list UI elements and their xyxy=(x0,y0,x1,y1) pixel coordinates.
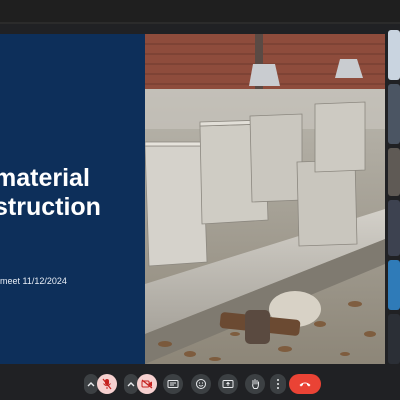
chevron-up-icon xyxy=(87,382,95,387)
shared-presentation: material struction meet 11/12/2024 xyxy=(0,34,385,364)
participant-tile[interactable] xyxy=(388,260,400,310)
present-screen-icon xyxy=(222,380,234,388)
more-options-button[interactable] xyxy=(270,374,286,394)
chevron-up-icon xyxy=(127,382,135,387)
present-screen-button[interactable] xyxy=(218,374,238,394)
participant-tile[interactable] xyxy=(388,30,400,80)
camera-toggle-button[interactable] xyxy=(137,374,157,394)
slide-subtitle: meet 11/12/2024 xyxy=(0,276,67,286)
meeting-controls-bar xyxy=(0,364,400,400)
captions-icon xyxy=(167,380,179,388)
end-call-button[interactable] xyxy=(289,374,321,394)
mic-toggle-button[interactable] xyxy=(97,374,117,394)
slide-title-line-2: struction xyxy=(0,193,101,221)
participant-tile[interactable] xyxy=(388,200,400,256)
camera-off-icon xyxy=(141,379,153,389)
video-options-button[interactable] xyxy=(124,374,138,394)
slide-title-line-1: material xyxy=(0,164,90,192)
emoji-icon xyxy=(196,379,206,389)
paving-stones-photo xyxy=(145,34,385,364)
slide-title-panel: material struction meet 11/12/2024 xyxy=(0,34,145,364)
top-bar-divider xyxy=(0,22,400,24)
participant-tile[interactable] xyxy=(388,84,400,144)
emoji-reactions-button[interactable] xyxy=(191,374,211,394)
more-options-icon xyxy=(277,379,279,389)
raise-hand-button[interactable] xyxy=(245,374,265,394)
participant-tile[interactable] xyxy=(388,148,400,196)
slide-title: material struction xyxy=(0,164,101,222)
raise-hand-icon xyxy=(252,379,259,389)
audio-options-button[interactable] xyxy=(84,374,98,394)
captions-button[interactable] xyxy=(163,374,183,394)
end-call-icon xyxy=(299,382,311,387)
mic-off-icon xyxy=(102,378,112,390)
participant-tile[interactable] xyxy=(388,314,400,364)
window-top-bar xyxy=(0,0,400,24)
participant-strip xyxy=(388,30,400,364)
